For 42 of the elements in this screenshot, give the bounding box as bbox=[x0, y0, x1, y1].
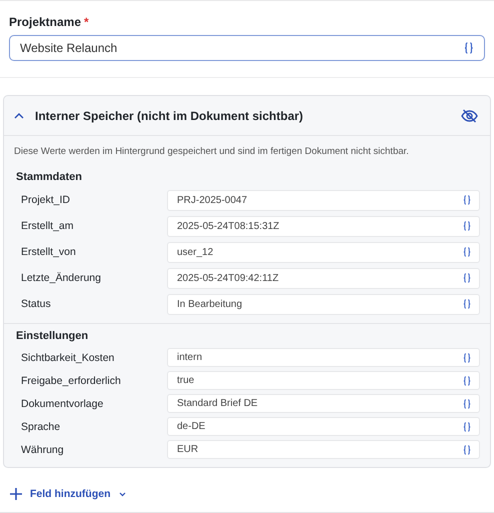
braces-icon[interactable] bbox=[464, 42, 474, 54]
braces-icon[interactable] bbox=[463, 422, 471, 432]
input-field[interactable]: Website Relaunch bbox=[9, 35, 485, 61]
required-mark: * bbox=[84, 15, 89, 29]
field-label: Sprache bbox=[21, 420, 62, 432]
braces-icon[interactable] bbox=[463, 195, 471, 205]
eye-off-icon[interactable] bbox=[461, 108, 478, 122]
group-title: Einstellungen bbox=[16, 330, 90, 342]
field-label: Erstellt_von bbox=[21, 246, 77, 258]
field-label: Status bbox=[21, 298, 52, 310]
plus-icon bbox=[10, 488, 22, 500]
input-field[interactable]: Standard Brief DE bbox=[167, 394, 480, 413]
input-field[interactable]: de-DE bbox=[167, 417, 480, 436]
field-label: Freigabe_erforderlich bbox=[21, 374, 122, 386]
input-field[interactable]: 2025-05-24T08:15:31Z bbox=[167, 216, 480, 236]
braces-icon[interactable] bbox=[463, 398, 471, 408]
braces-icon[interactable] bbox=[463, 352, 471, 362]
input-field[interactable]: true bbox=[167, 371, 480, 390]
field-label: Sichtbarkeit_Kosten bbox=[21, 352, 116, 364]
caret-icon bbox=[118, 492, 126, 496]
braces-icon[interactable] bbox=[463, 444, 471, 454]
field-label: Erstellt_am bbox=[21, 220, 75, 232]
field-label: Währung bbox=[21, 444, 65, 456]
braces-icon[interactable] bbox=[463, 299, 471, 309]
input-field[interactable]: In Bearbeitung bbox=[167, 294, 480, 314]
braces-icon[interactable] bbox=[463, 273, 471, 283]
add-field-button[interactable]: Feld hinzufügen bbox=[10, 488, 126, 500]
field-label: Projektname * bbox=[9, 15, 90, 29]
group-title: Stammdaten bbox=[16, 171, 84, 183]
braces-icon[interactable] bbox=[463, 221, 471, 231]
field-label: Projekt_ID bbox=[21, 194, 72, 206]
description-text: Diese Werte werden im Hintergrund gespeichert und sind im fertigen Dokument nicht sichtbar. bbox=[13, 145, 410, 159]
input-field[interactable]: PRJ-2025-0047 bbox=[167, 190, 480, 210]
field-label: Dokumentvorlage bbox=[21, 398, 104, 410]
input-field[interactable]: user_12 bbox=[167, 242, 480, 262]
input-field[interactable]: intern bbox=[167, 348, 480, 367]
section-header[interactable]: Interner Speicher (nicht im Dokument sichtbar) bbox=[14, 108, 304, 122]
input-field[interactable]: 2025-05-24T09:42:11Z bbox=[167, 268, 480, 288]
field-label: Letzte_Änderung bbox=[21, 272, 102, 284]
braces-icon[interactable] bbox=[463, 376, 471, 386]
braces-icon[interactable] bbox=[463, 247, 471, 257]
input-field[interactable]: EUR bbox=[167, 440, 480, 459]
